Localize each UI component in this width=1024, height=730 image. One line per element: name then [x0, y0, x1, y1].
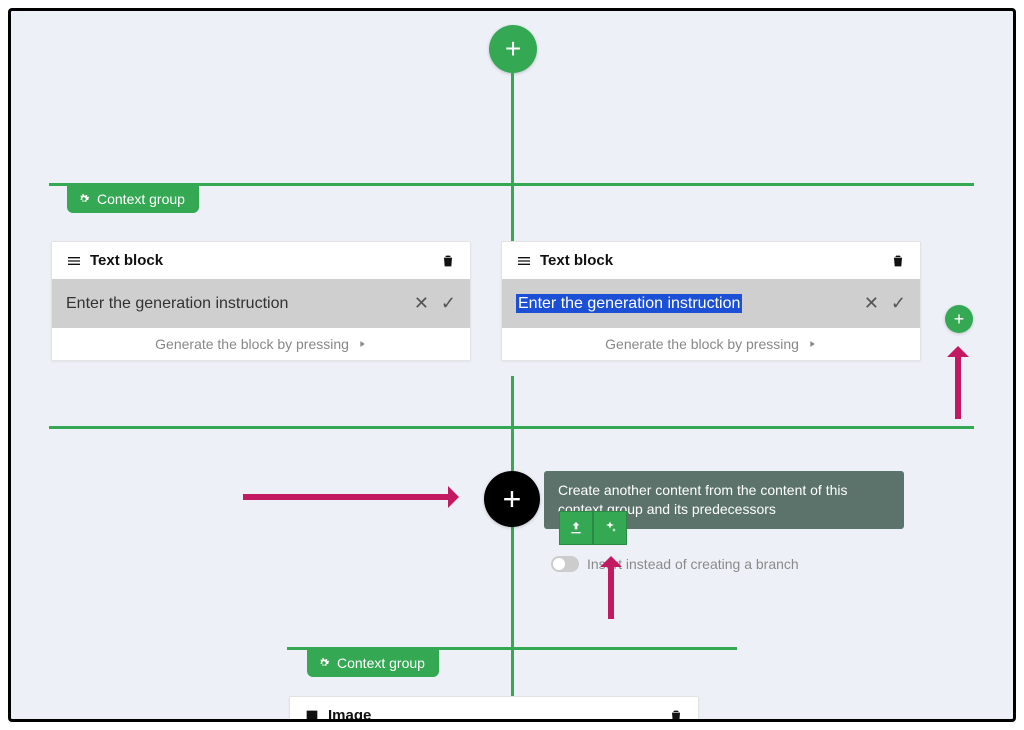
text-block-right: Text block Enter the generation instruct…: [501, 241, 921, 361]
hamburger-icon: [516, 253, 532, 269]
insert-toggle-row: Insert instead of creating a branch: [551, 556, 799, 572]
block-header: Text block: [52, 242, 470, 279]
editor-frame: + Context group Text block: [8, 8, 1016, 722]
image-icon: [304, 708, 320, 723]
upload-button[interactable]: [559, 511, 593, 545]
plus-icon: +: [954, 309, 965, 330]
editor-canvas: + Context group Text block: [11, 11, 1013, 719]
block-title: Text block: [90, 252, 163, 269]
text-block-left: Text block Enter the generation instruct…: [51, 241, 471, 361]
annotation-arrow: [955, 349, 961, 419]
clear-icon[interactable]: ✕: [414, 293, 429, 314]
branch-action-buttons: [559, 511, 627, 545]
add-sibling-button[interactable]: +: [945, 305, 973, 333]
group-label: Context group: [337, 655, 425, 671]
block-title: Text block: [540, 252, 613, 269]
group-label: Context group: [97, 191, 185, 207]
confirm-icon[interactable]: ✓: [891, 293, 906, 314]
add-top-button[interactable]: +: [489, 25, 537, 73]
add-branch-button[interactable]: +: [484, 471, 540, 527]
instruction-input[interactable]: Enter the generation instruction ✕ ✓: [502, 279, 920, 328]
delete-block-button[interactable]: [668, 708, 684, 723]
connector: [511, 428, 514, 648]
block-footer: Generate the block by pressing: [502, 328, 920, 360]
gear-icon: [317, 656, 331, 670]
connector: [511, 73, 514, 185]
hamburger-icon: [66, 253, 82, 269]
image-block: Image: [289, 696, 699, 722]
block-title: Image: [328, 707, 371, 722]
group-tab-2[interactable]: Context group: [307, 649, 439, 677]
play-icon: [357, 339, 367, 349]
annotation-arrow: [243, 494, 456, 500]
instruction-placeholder: Enter the generation instruction: [66, 295, 406, 313]
gear-icon: [77, 192, 91, 206]
connector: [511, 649, 514, 699]
plus-icon: +: [505, 33, 521, 65]
group-tab-1[interactable]: Context group: [67, 185, 199, 213]
play-icon: [807, 339, 817, 349]
delete-block-button[interactable]: [440, 253, 456, 269]
sparkle-button[interactable]: [593, 511, 627, 545]
delete-block-button[interactable]: [890, 253, 906, 269]
annotation-arrow: [608, 559, 614, 619]
clear-icon[interactable]: ✕: [864, 293, 879, 314]
block-footer: Generate the block by pressing: [52, 328, 470, 360]
instruction-placeholder: Enter the generation instruction: [516, 295, 856, 313]
confirm-icon[interactable]: ✓: [441, 293, 456, 314]
block-header: Text block: [502, 242, 920, 279]
instruction-input[interactable]: Enter the generation instruction ✕ ✓: [52, 279, 470, 328]
block-header: Image: [290, 697, 698, 722]
connector: [511, 376, 514, 428]
insert-toggle[interactable]: [551, 556, 579, 572]
plus-icon: +: [503, 481, 522, 518]
